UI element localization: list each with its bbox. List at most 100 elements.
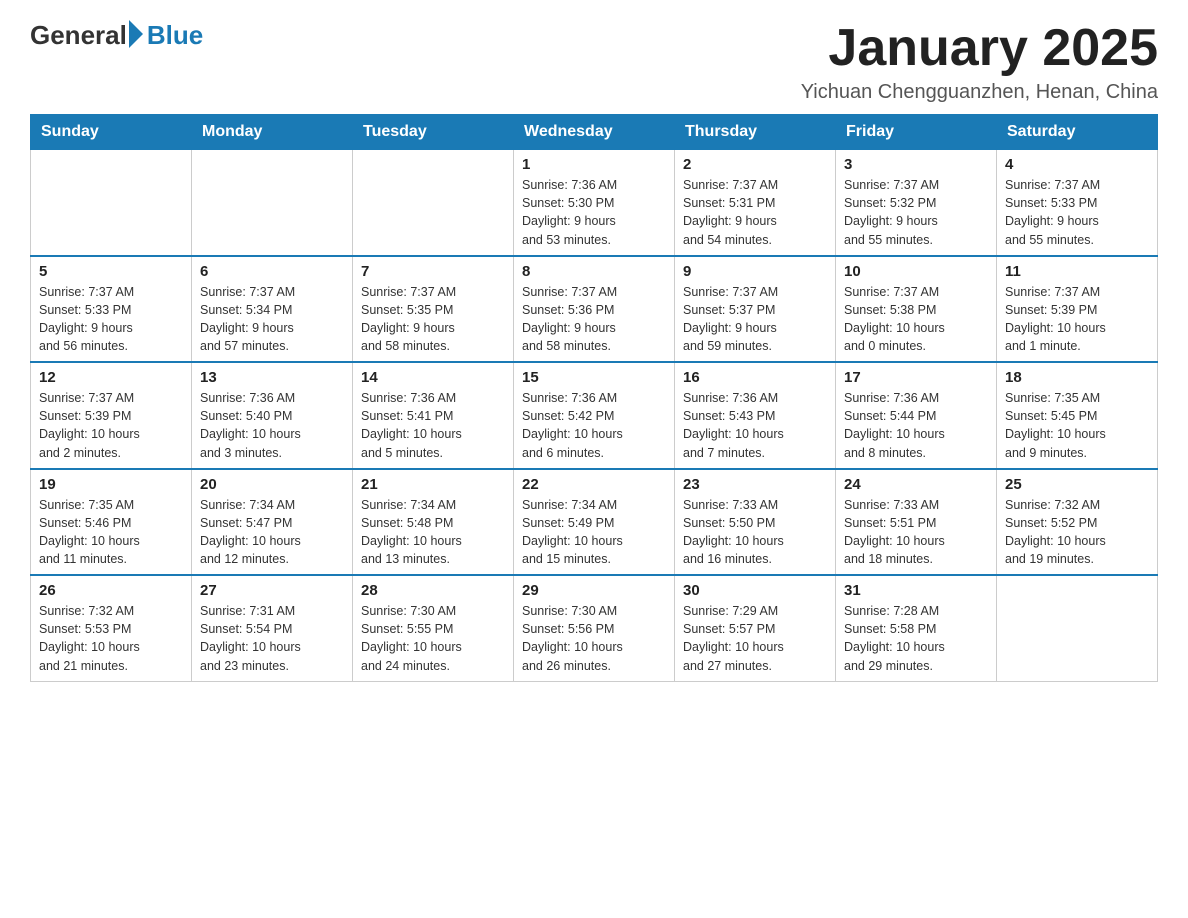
- calendar-cell: 19 Sunrise: 7:35 AM Sunset: 5:46 PM Dayli…: [31, 469, 192, 576]
- calendar-cell: 2 Sunrise: 7:37 AM Sunset: 5:31 PM Daylig…: [675, 150, 836, 256]
- calendar-cell: 11Sunrise: 7:37 AM Sunset: 5:39 PM Dayli…: [997, 256, 1158, 363]
- day-number: 18: [1005, 369, 1149, 386]
- day-info: Sunrise: 7:34 AM Sunset: 5:47 PM Dayligh…: [200, 496, 344, 569]
- calendar-cell: 26Sunrise: 7:32 AM Sunset: 5:53 PM Dayli…: [31, 575, 192, 681]
- header-day-tuesday: Tuesday: [353, 115, 514, 150]
- calendar-cell: 4Sunrise: 7:37 AM Sunset: 5:33 PM Daylig…: [997, 150, 1158, 256]
- day-number: 10: [844, 263, 988, 280]
- day-number: 6: [200, 263, 344, 280]
- calendar-cell: 13Sunrise: 7:36 AM Sunset: 5:40 PM Dayli…: [192, 362, 353, 469]
- calendar-cell: 18 Sunrise: 7:35 AM Sunset: 5:45 PM Dayli…: [997, 362, 1158, 469]
- day-number: 11: [1005, 263, 1149, 280]
- calendar-cell: 21 Sunrise: 7:34 AM Sunset: 5:48 PM Dayli…: [353, 469, 514, 576]
- header-day-monday: Monday: [192, 115, 353, 150]
- calendar-cell: 6 Sunrise: 7:37 AM Sunset: 5:34 PM Daylig…: [192, 256, 353, 363]
- day-info: Sunrise: 7:36 AM Sunset: 5:30 PM Dayligh…: [522, 176, 666, 249]
- header-day-wednesday: Wednesday: [514, 115, 675, 150]
- day-info: Sunrise: 7:37 AM Sunset: 5:38 PM Dayligh…: [844, 283, 988, 356]
- calendar-cell: 25 Sunrise: 7:32 AM Sunset: 5:52 PM Dayli…: [997, 469, 1158, 576]
- day-number: 15: [522, 369, 666, 386]
- day-number: 12: [39, 369, 183, 386]
- day-number: 1: [522, 156, 666, 173]
- calendar-cell: 8Sunrise: 7:37 AM Sunset: 5:36 PM Daylig…: [514, 256, 675, 363]
- day-info: Sunrise: 7:28 AM Sunset: 5:58 PM Dayligh…: [844, 602, 988, 675]
- week-row-5: 26Sunrise: 7:32 AM Sunset: 5:53 PM Dayli…: [31, 575, 1158, 681]
- calendar-cell: 7 Sunrise: 7:37 AM Sunset: 5:35 PM Daylig…: [353, 256, 514, 363]
- day-number: 20: [200, 476, 344, 493]
- day-number: 21: [361, 476, 505, 493]
- calendar-cell: [353, 150, 514, 256]
- calendar-cell: [192, 150, 353, 256]
- day-info: Sunrise: 7:37 AM Sunset: 5:33 PM Dayligh…: [39, 283, 183, 356]
- calendar-table: SundayMondayTuesdayWednesdayThursdayFrid…: [30, 114, 1158, 682]
- calendar-cell: 15 Sunrise: 7:36 AM Sunset: 5:42 PM Dayli…: [514, 362, 675, 469]
- logo-general-text: General: [30, 20, 127, 51]
- calendar-subtitle: Yichuan Chengguanzhen, Henan, China: [801, 81, 1158, 104]
- calendar-cell: 24 Sunrise: 7:33 AM Sunset: 5:51 PM Dayli…: [836, 469, 997, 576]
- day-info: Sunrise: 7:30 AM Sunset: 5:55 PM Dayligh…: [361, 602, 505, 675]
- day-number: 7: [361, 263, 505, 280]
- calendar-cell: 22Sunrise: 7:34 AM Sunset: 5:49 PM Dayli…: [514, 469, 675, 576]
- day-number: 8: [522, 263, 666, 280]
- calendar-cell: 29Sunrise: 7:30 AM Sunset: 5:56 PM Dayli…: [514, 575, 675, 681]
- day-number: 13: [200, 369, 344, 386]
- calendar-cell: 16Sunrise: 7:36 AM Sunset: 5:43 PM Dayli…: [675, 362, 836, 469]
- calendar-cell: 12Sunrise: 7:37 AM Sunset: 5:39 PM Dayli…: [31, 362, 192, 469]
- day-info: Sunrise: 7:37 AM Sunset: 5:37 PM Dayligh…: [683, 283, 827, 356]
- day-info: Sunrise: 7:35 AM Sunset: 5:46 PM Dayligh…: [39, 496, 183, 569]
- calendar-cell: 30Sunrise: 7:29 AM Sunset: 5:57 PM Dayli…: [675, 575, 836, 681]
- day-info: Sunrise: 7:34 AM Sunset: 5:49 PM Dayligh…: [522, 496, 666, 569]
- header: General Blue January 2025 Yichuan Chengg…: [30, 20, 1158, 104]
- week-row-2: 5 Sunrise: 7:37 AM Sunset: 5:33 PM Daylig…: [31, 256, 1158, 363]
- header-row: SundayMondayTuesdayWednesdayThursdayFrid…: [31, 115, 1158, 150]
- day-info: Sunrise: 7:33 AM Sunset: 5:51 PM Dayligh…: [844, 496, 988, 569]
- header-day-saturday: Saturday: [997, 115, 1158, 150]
- logo: General Blue: [30, 20, 203, 51]
- day-number: 3: [844, 156, 988, 173]
- day-info: Sunrise: 7:35 AM Sunset: 5:45 PM Dayligh…: [1005, 389, 1149, 462]
- day-number: 2: [683, 156, 827, 173]
- week-row-4: 19 Sunrise: 7:35 AM Sunset: 5:46 PM Dayli…: [31, 469, 1158, 576]
- day-info: Sunrise: 7:36 AM Sunset: 5:44 PM Dayligh…: [844, 389, 988, 462]
- day-info: Sunrise: 7:36 AM Sunset: 5:43 PM Dayligh…: [683, 389, 827, 462]
- day-number: 31: [844, 582, 988, 599]
- day-number: 26: [39, 582, 183, 599]
- calendar-title: January 2025: [801, 20, 1158, 77]
- day-number: 14: [361, 369, 505, 386]
- day-info: Sunrise: 7:37 AM Sunset: 5:35 PM Dayligh…: [361, 283, 505, 356]
- header-day-sunday: Sunday: [31, 115, 192, 150]
- week-row-1: 1 Sunrise: 7:36 AM Sunset: 5:30 PM Daylig…: [31, 150, 1158, 256]
- calendar-cell: 5 Sunrise: 7:37 AM Sunset: 5:33 PM Daylig…: [31, 256, 192, 363]
- title-area: January 2025 Yichuan Chengguanzhen, Hena…: [801, 20, 1158, 104]
- day-info: Sunrise: 7:37 AM Sunset: 5:32 PM Dayligh…: [844, 176, 988, 249]
- calendar-cell: 14 Sunrise: 7:36 AM Sunset: 5:41 PM Dayli…: [353, 362, 514, 469]
- calendar-cell: [997, 575, 1158, 681]
- day-number: 23: [683, 476, 827, 493]
- day-info: Sunrise: 7:30 AM Sunset: 5:56 PM Dayligh…: [522, 602, 666, 675]
- day-number: 19: [39, 476, 183, 493]
- day-info: Sunrise: 7:31 AM Sunset: 5:54 PM Dayligh…: [200, 602, 344, 675]
- day-info: Sunrise: 7:34 AM Sunset: 5:48 PM Dayligh…: [361, 496, 505, 569]
- day-info: Sunrise: 7:36 AM Sunset: 5:42 PM Dayligh…: [522, 389, 666, 462]
- day-number: 27: [200, 582, 344, 599]
- day-number: 25: [1005, 476, 1149, 493]
- calendar-cell: 1 Sunrise: 7:36 AM Sunset: 5:30 PM Daylig…: [514, 150, 675, 256]
- calendar-cell: 9Sunrise: 7:37 AM Sunset: 5:37 PM Daylig…: [675, 256, 836, 363]
- calendar-cell: 27 Sunrise: 7:31 AM Sunset: 5:54 PM Dayli…: [192, 575, 353, 681]
- day-number: 4: [1005, 156, 1149, 173]
- day-number: 5: [39, 263, 183, 280]
- calendar-cell: 17Sunrise: 7:36 AM Sunset: 5:44 PM Dayli…: [836, 362, 997, 469]
- calendar-cell: 31 Sunrise: 7:28 AM Sunset: 5:58 PM Dayli…: [836, 575, 997, 681]
- logo-blue-text: Blue: [147, 20, 203, 51]
- logo-arrow-icon: [129, 20, 143, 48]
- calendar-cell: 3 Sunrise: 7:37 AM Sunset: 5:32 PM Daylig…: [836, 150, 997, 256]
- calendar-cell: 28Sunrise: 7:30 AM Sunset: 5:55 PM Dayli…: [353, 575, 514, 681]
- day-info: Sunrise: 7:36 AM Sunset: 5:41 PM Dayligh…: [361, 389, 505, 462]
- calendar-cell: [31, 150, 192, 256]
- day-number: 24: [844, 476, 988, 493]
- day-info: Sunrise: 7:37 AM Sunset: 5:34 PM Dayligh…: [200, 283, 344, 356]
- day-info: Sunrise: 7:33 AM Sunset: 5:50 PM Dayligh…: [683, 496, 827, 569]
- day-info: Sunrise: 7:32 AM Sunset: 5:52 PM Dayligh…: [1005, 496, 1149, 569]
- header-day-friday: Friday: [836, 115, 997, 150]
- day-info: Sunrise: 7:37 AM Sunset: 5:31 PM Dayligh…: [683, 176, 827, 249]
